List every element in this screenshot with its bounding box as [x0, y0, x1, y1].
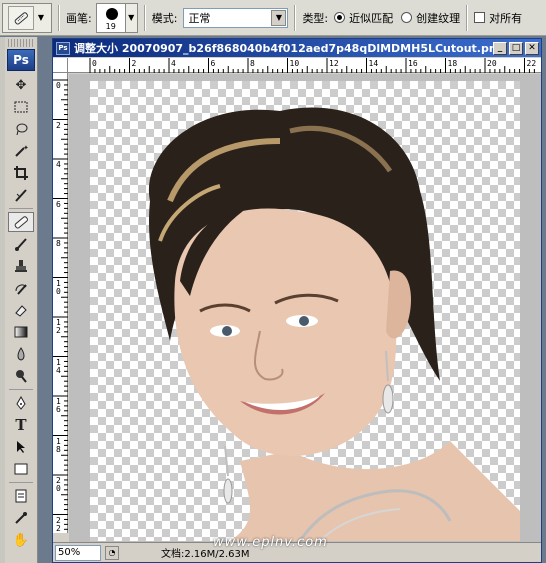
canvas-area[interactable]: [69, 74, 541, 544]
zoom-field[interactable]: 50%: [55, 544, 101, 561]
document-title: 调整大小 20070907_b26f868040b4f012aed7p48qDl…: [74, 42, 493, 55]
radio-selected[interactable]: [334, 12, 346, 23]
document-icon: Ps: [56, 41, 70, 55]
image-canvas[interactable]: [90, 81, 520, 542]
eyedropper-tool-icon[interactable]: [8, 508, 34, 528]
minimize-button[interactable]: _: [493, 41, 507, 55]
type-option-2-label: 创建纹理: [416, 11, 461, 25]
watermark-text: www.eplnv.com: [213, 535, 328, 550]
healing-brush-tool-icon[interactable]: [8, 212, 34, 232]
sample-all-label: 对所有: [489, 11, 523, 25]
divider: [294, 4, 297, 31]
ruler-origin[interactable]: [53, 58, 68, 73]
svg-text:✦: ✦: [23, 144, 28, 152]
eraser-tool-icon[interactable]: [8, 300, 34, 320]
toolbox: Ps ✥ ✦ T ✋: [5, 37, 38, 563]
close-button[interactable]: ✕: [525, 41, 539, 55]
brush-tool-icon[interactable]: [8, 234, 34, 254]
toolbox-grip[interactable]: [8, 39, 34, 47]
brush-tip-icon: [105, 7, 118, 20]
maximize-button[interactable]: □: [509, 41, 523, 55]
clone-stamp-tool-icon[interactable]: [8, 256, 34, 276]
ruler-label: 16: [408, 59, 418, 68]
ruler-label: 4: [56, 160, 61, 169]
document-window: Ps 调整大小 20070907_b26f868040b4f012aed7p48…: [52, 38, 542, 563]
ruler-label: 6: [210, 59, 216, 68]
ruler-label: 12: [329, 59, 339, 68]
ruler-label: 14: [56, 357, 61, 375]
sample-all-layers[interactable]: 对所有: [474, 10, 522, 26]
ruler-label: 22: [56, 515, 61, 533]
options-bar: ▼ 画笔: 19 ▼ 模式: 正常 ▼ 类型: 近似匹配 创建纹理 对所有: [0, 0, 546, 36]
toolbox-divider: [9, 389, 33, 390]
chevron-down-icon: ▼: [128, 13, 135, 22]
path-selection-tool-icon[interactable]: [8, 437, 34, 457]
mode-label: 模式:: [151, 11, 178, 25]
marquee-tool-icon[interactable]: [8, 97, 34, 117]
ruler-label: 18: [56, 436, 61, 454]
type-label: 类型:: [302, 11, 329, 25]
lasso-tool-icon[interactable]: [8, 119, 34, 139]
chevron-down-icon[interactable]: ▼: [36, 6, 46, 30]
type-option-1-label: 近似匹配: [349, 11, 394, 25]
brush-size: 19: [105, 21, 116, 31]
type-tool-icon[interactable]: T: [8, 415, 34, 435]
ruler-label: 8: [250, 59, 255, 68]
move-tool-icon[interactable]: ✥: [8, 75, 34, 95]
photoshop-logo[interactable]: Ps: [7, 49, 35, 71]
type-option-texture[interactable]: 创建纹理: [401, 10, 460, 26]
ruler-label: 10: [56, 278, 61, 296]
brush-preview[interactable]: 19: [95, 2, 126, 33]
slice-tool-icon[interactable]: [8, 185, 34, 205]
gradient-tool-icon[interactable]: [8, 322, 34, 342]
ruler-label: 6: [56, 199, 61, 209]
zoom-value: 50%: [58, 547, 81, 558]
sample-all-checkbox[interactable]: [474, 12, 486, 23]
hand-tool-icon[interactable]: ✋: [8, 530, 34, 550]
ruler-label: 2: [56, 120, 61, 130]
brush-picker-dropdown[interactable]: ▼: [125, 2, 138, 33]
radio-unselected[interactable]: [401, 12, 413, 23]
history-brush-tool-icon[interactable]: [8, 278, 34, 298]
portrait-image: [148, 107, 520, 542]
crop-tool-icon[interactable]: [8, 163, 34, 183]
horizontal-ruler[interactable]: 0 2 4 6 8 10 12 14 16 18 20 22: [53, 58, 541, 73]
notes-tool-icon[interactable]: [8, 486, 34, 506]
vertical-ruler[interactable]: 0 2 4 6 8 10 12 14 16 18 20 22: [53, 73, 68, 533]
brush-label: 画笔:: [66, 11, 92, 25]
ruler-label: 0: [92, 59, 97, 68]
blur-tool-icon[interactable]: [8, 344, 34, 364]
divider: [466, 4, 469, 31]
pen-tool-icon[interactable]: [8, 393, 34, 413]
document-titlebar[interactable]: Ps 调整大小 20070907_b26f868040b4f012aed7p48…: [53, 39, 541, 57]
divider: [58, 4, 60, 31]
toolbox-divider: [9, 208, 33, 209]
magic-wand-tool-icon[interactable]: ✦: [8, 141, 34, 161]
ruler-label: 20: [487, 59, 497, 68]
ruler-label: 2: [131, 59, 137, 68]
ruler-label: 20: [56, 476, 61, 493]
status-menu-icon[interactable]: ◔: [105, 545, 119, 560]
mode-select[interactable]: 正常 ▼: [183, 7, 289, 28]
mode-value: 正常: [188, 11, 211, 25]
type-option-proximity[interactable]: 近似匹配: [334, 10, 393, 26]
ruler-label: 12: [56, 318, 61, 335]
ruler-label: 0: [56, 81, 61, 90]
dodge-tool-icon[interactable]: [8, 366, 34, 386]
ruler-label: 18: [447, 59, 458, 68]
ruler-label: 22: [526, 59, 537, 68]
ruler-label: 16: [56, 397, 61, 414]
ruler-label: 14: [368, 59, 379, 68]
shape-tool-icon[interactable]: [8, 459, 34, 479]
divider: [143, 4, 146, 31]
tool-preset-picker[interactable]: ▼: [2, 2, 52, 33]
chevron-down-icon: ▼: [271, 9, 287, 26]
healing-brush-icon: [8, 5, 34, 30]
ruler-label: 8: [56, 239, 61, 248]
ruler-label: 10: [289, 59, 300, 68]
ruler-label: 4: [171, 59, 176, 68]
toolbox-divider: [9, 482, 33, 483]
